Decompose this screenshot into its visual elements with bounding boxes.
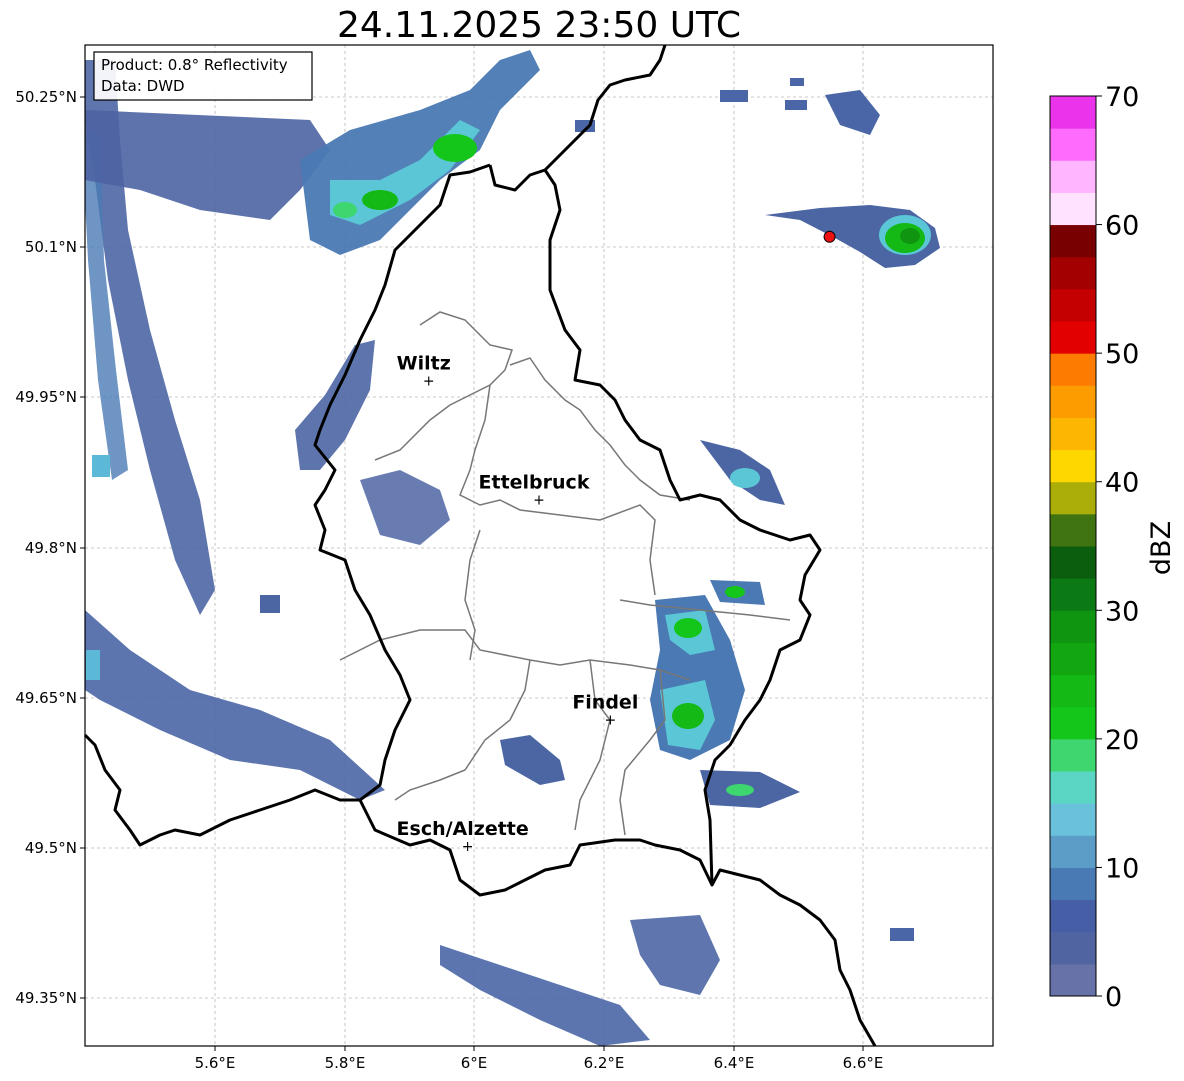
colorbar-swatch: [1050, 513, 1096, 547]
colorbar-swatch: [1050, 192, 1096, 226]
x-tick-label: 6.2°E: [584, 1054, 625, 1072]
info-product: Product: 0.8° Reflectivity: [101, 56, 288, 74]
colorbar-swatch: [1050, 674, 1096, 708]
city-label: Findel: [572, 691, 638, 713]
colorbar-tick-label: 10: [1105, 853, 1139, 884]
x-tick-label: 6°E: [461, 1054, 488, 1072]
colorbar-tick-label: 50: [1105, 339, 1139, 370]
colorbar-swatch: [1050, 835, 1096, 868]
y-tick-label: 49.65°N: [15, 689, 77, 707]
colorbar-swatch: [1050, 481, 1096, 515]
colorbar-swatch: [1050, 642, 1096, 676]
colorbar-swatch: [1050, 867, 1096, 901]
x-tick-label: 5.6°E: [195, 1054, 236, 1072]
x-tick-label: 5.8°E: [325, 1054, 366, 1072]
city-marker-icon: +: [533, 493, 545, 509]
colorbar-swatch: [1050, 803, 1096, 836]
city-label: Esch/Alzette: [397, 818, 529, 840]
y-tick-label: 50.1°N: [25, 238, 77, 256]
colorbar-swatch: [1050, 578, 1096, 611]
colorbar-swatch: [1050, 128, 1096, 161]
y-tick-label: 49.5°N: [25, 839, 77, 857]
y-tick-label: 50.25°N: [15, 88, 77, 106]
info-data-source: Data: DWD: [101, 77, 185, 95]
radar-map: 5.6°E 5.8°E 6°E 6.2°E 6.4°E 6.6°E 50.25°…: [15, 44, 1177, 1072]
y-tick-label: 49.35°N: [15, 989, 77, 1007]
colorbar-swatch: [1050, 417, 1096, 451]
colorbar-tick-label: 0: [1105, 982, 1122, 1013]
colorbar-swatch: [1050, 353, 1096, 386]
colorbar-swatch: [1050, 256, 1096, 290]
colorbar-swatch: [1050, 899, 1096, 933]
colorbar-tick-label: 70: [1105, 82, 1139, 113]
colorbar-swatch: [1050, 738, 1096, 772]
colorbar-swatch: [1050, 610, 1096, 643]
y-tick-label: 49.95°N: [15, 388, 77, 406]
colorbar-swatch: [1050, 321, 1096, 354]
x-tick-labels: 5.6°E 5.8°E 6°E 6.2°E 6.4°E 6.6°E: [195, 1054, 884, 1072]
colorbar-tick-label: 60: [1105, 211, 1139, 242]
x-tick-label: 6.6°E: [843, 1054, 884, 1072]
colorbar-swatch: [1050, 96, 1096, 129]
colorbar-ticks: 0 10 20 30 40 50 60 70: [1096, 82, 1139, 1013]
colorbar-swatch: [1050, 546, 1096, 579]
radar-site-marker: [823, 230, 836, 243]
colorbar-label: dBZ: [1146, 521, 1177, 575]
city-label: Wiltz: [397, 353, 451, 375]
colorbar-swatch: [1050, 224, 1096, 258]
colorbar-swatch: [1050, 288, 1096, 322]
city-marker-icon: +: [604, 712, 616, 728]
colorbar-swatch: [1050, 449, 1096, 483]
info-box: Product: 0.8° Reflectivity Data: DWD: [93, 51, 313, 101]
y-tick-label: 49.8°N: [25, 539, 77, 557]
colorbar: [1050, 96, 1096, 997]
colorbar-swatch: [1050, 963, 1096, 997]
colorbar-swatch: [1050, 931, 1096, 965]
colorbar-tick-label: 30: [1105, 596, 1139, 627]
colorbar-swatch: [1050, 706, 1096, 740]
city-marker-icon: +: [462, 839, 474, 855]
colorbar-swatch: [1050, 160, 1096, 193]
colorbar-tick-label: 20: [1105, 725, 1139, 756]
colorbar-swatch: [1050, 771, 1096, 804]
colorbar-tick-label: 40: [1105, 468, 1139, 499]
colorbar-swatch: [1050, 385, 1096, 418]
x-tick-label: 6.4°E: [714, 1054, 755, 1072]
city-label: Ettelbruck: [479, 472, 590, 494]
y-tick-labels: 50.25°N 50.1°N 49.95°N 49.8°N 49.65°N 49…: [15, 88, 77, 1007]
city-marker-icon: +: [423, 374, 435, 390]
district-borders: [339, 311, 791, 836]
city-markers: +Wiltz+Ettelbruck+Findel+Esch/Alzette: [397, 353, 639, 856]
